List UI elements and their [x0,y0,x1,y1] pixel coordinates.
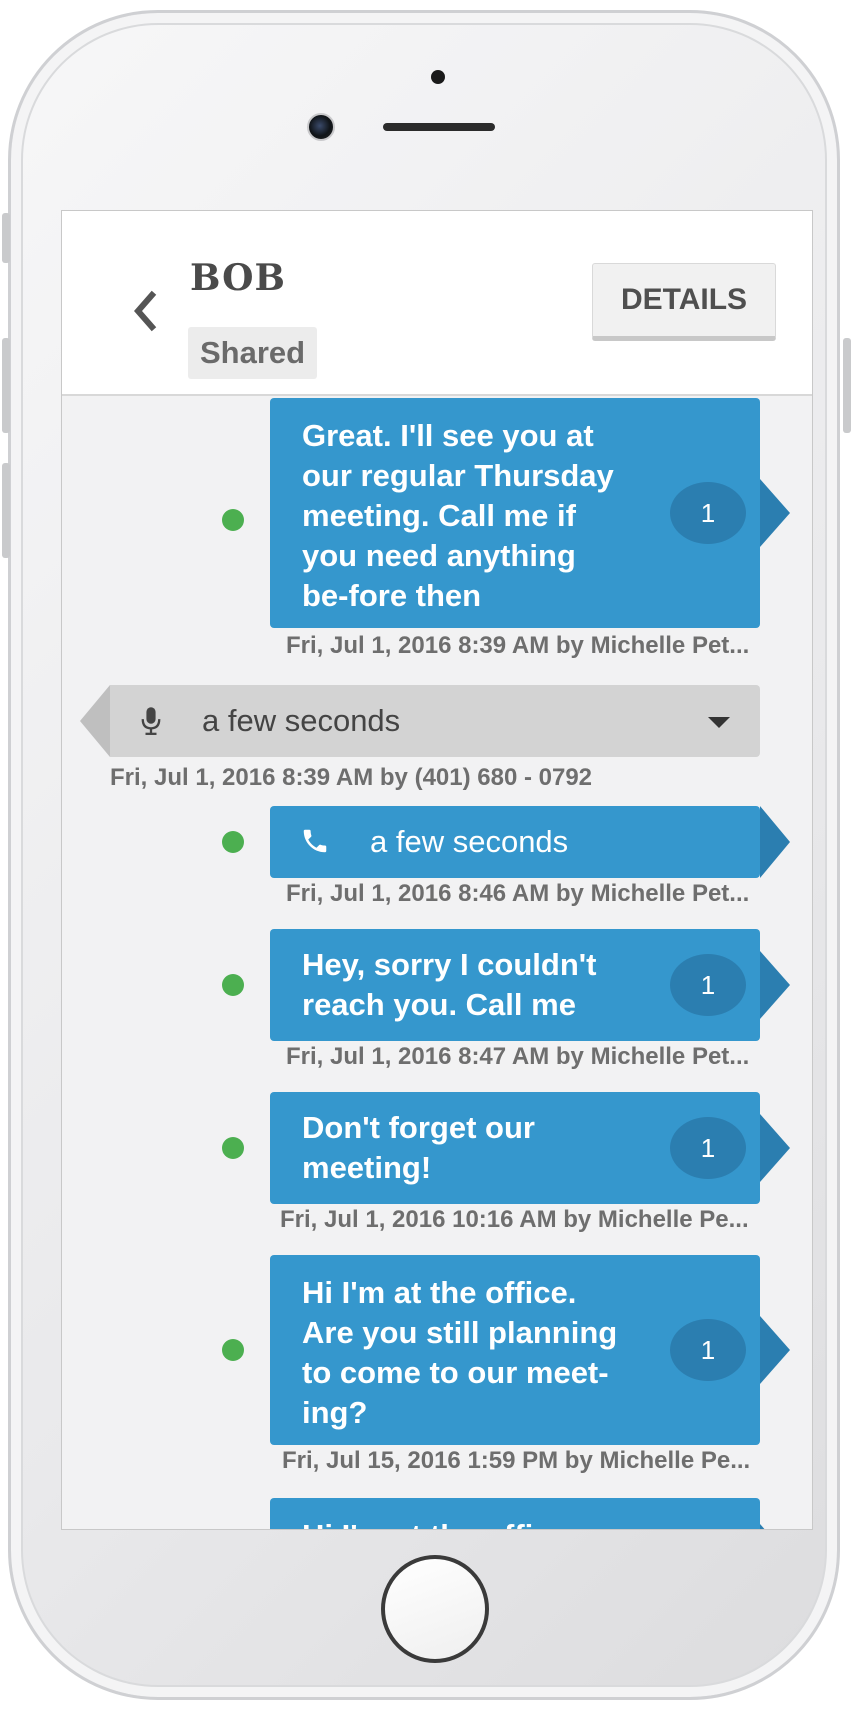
home-button[interactable] [381,1555,489,1663]
delivered-status-dot-icon [222,974,244,996]
volume-up-button [2,338,10,433]
phone-icon [303,829,327,853]
delivered-status-dot-icon [222,1339,244,1361]
voicemail-timestamp: Fri, Jul 1, 2016 8:39 AM by (401) 680 - … [110,764,593,791]
call-timestamp: Fri, Jul 1, 2016 8:46 AM by Michelle Pet… [286,880,750,907]
mute-switch [2,213,10,263]
message-text: Hi I'm at the office. Are you still plan… [302,1275,618,1430]
contact-name: BOB [190,257,286,299]
message-timestamp: Fri, Jul 1, 2016 10:16 AM by Michelle Pe… [280,1206,749,1233]
incoming-voicemail-bubble[interactable]: a few seconds [110,685,760,757]
proximity-sensor [431,70,445,84]
outgoing-message-bubble[interactable]: Hi I'm at the office. Are you still plan… [270,1255,760,1445]
outgoing-message-bubble[interactable]: Hi I'm at the office [270,1498,760,1529]
app-screen: BOB Shared DETAILS Great. I'll see you a… [61,210,813,1530]
message-text: Don't forget our meeting! [302,1110,535,1185]
message-timestamp: Fri, Jul 1, 2016 8:39 AM by Michelle Pet… [286,632,750,659]
outgoing-call-bubble[interactable]: a few seconds [270,806,760,878]
recipient-count-badge[interactable]: 1 [670,482,746,544]
message-text: Hi I'm at the office [302,1518,568,1529]
delivered-status-dot-icon [222,831,244,853]
microphone-icon [141,707,161,735]
outgoing-message-bubble[interactable]: Hey, sorry I couldn't reach you. Call me… [270,929,760,1041]
phone-frame: BOB Shared DETAILS Great. I'll see you a… [2,10,851,1700]
delivered-status-dot-icon [222,509,244,531]
chevron-left-icon[interactable] [130,289,158,333]
message-text: Hey, sorry I couldn't reach you. Call me [302,947,597,1022]
voicemail-duration: a few seconds [202,703,401,738]
caret-down-icon[interactable] [708,717,730,728]
message-list[interactable]: Great. I'll see you at our regular Thurs… [62,398,812,1529]
message-text: Great. I'll see you at our regular Thurs… [302,418,614,613]
call-duration: a few seconds [370,824,569,859]
details-button[interactable]: DETAILS [592,263,776,341]
earpiece-speaker [383,123,495,131]
message-timestamp: Fri, Jul 15, 2016 1:59 PM by Michelle Pe… [282,1447,751,1474]
outgoing-message-bubble[interactable]: Great. I'll see you at our regular Thurs… [270,398,760,628]
recipient-count-badge[interactable]: 1 [670,1117,746,1179]
shared-badge: Shared [188,327,318,379]
volume-down-button [2,463,10,558]
power-button [843,338,851,433]
recipient-count-badge[interactable]: 1 [670,1319,746,1381]
delivered-status-dot-icon [222,1137,244,1159]
front-camera [307,113,335,141]
outgoing-message-bubble[interactable]: Don't forget our meeting! 1 [270,1092,760,1204]
message-timestamp: Fri, Jul 1, 2016 8:47 AM by Michelle Pet… [286,1043,750,1070]
recipient-count-badge[interactable]: 1 [670,954,746,1016]
conversation-header: BOB Shared DETAILS [62,211,812,396]
